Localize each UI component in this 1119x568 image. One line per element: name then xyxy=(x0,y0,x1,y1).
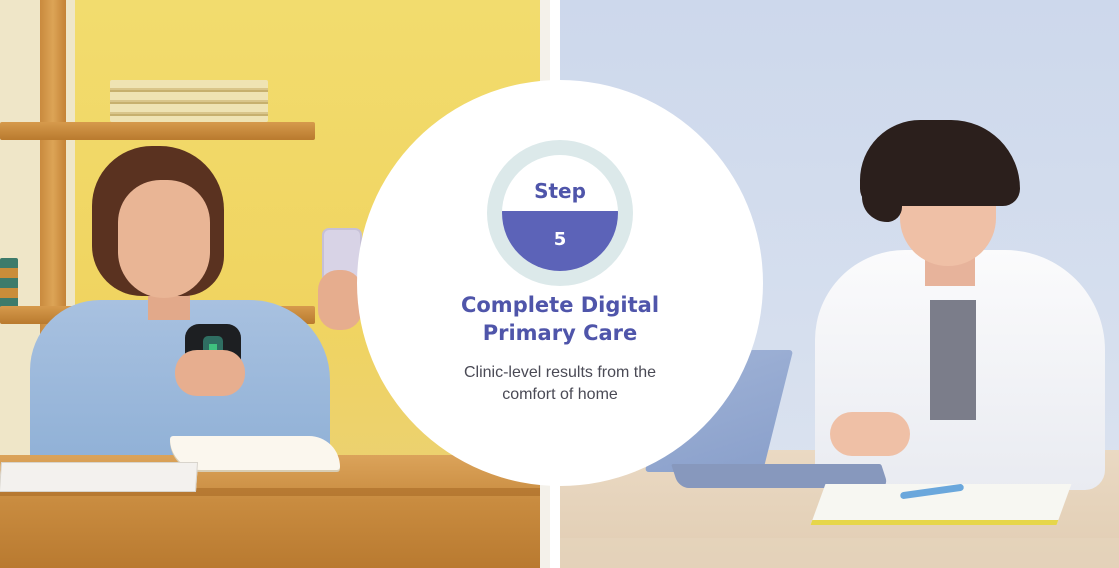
card-title: Complete Digital Primary Care xyxy=(412,291,708,347)
doctor-shirt xyxy=(930,300,976,420)
book-stack xyxy=(110,80,268,122)
step-number: 5 xyxy=(553,229,567,250)
patient-face xyxy=(118,180,210,298)
card-title-line: Primary Care xyxy=(482,321,638,345)
patient-hand xyxy=(318,270,362,330)
shelf xyxy=(0,122,315,140)
card-subtitle-line: Clinic-level results from the xyxy=(463,364,657,381)
step-label: Step xyxy=(534,179,586,203)
card-subtitle: Clinic-level results from the comfort of… xyxy=(412,362,708,406)
doctor-hands xyxy=(830,412,910,456)
patient-hand xyxy=(175,350,245,396)
card-title-line: Complete Digital xyxy=(460,293,660,317)
desk-edge xyxy=(560,538,1119,568)
feature-banner: Step 5 Complete Digital Primary Care Cli… xyxy=(0,0,1119,568)
notebook xyxy=(0,462,199,492)
step-badge: Step 5 xyxy=(502,155,618,271)
card-subtitle-line: comfort of home xyxy=(502,386,618,403)
doctor-hair xyxy=(862,170,902,222)
book-stack xyxy=(0,258,18,308)
